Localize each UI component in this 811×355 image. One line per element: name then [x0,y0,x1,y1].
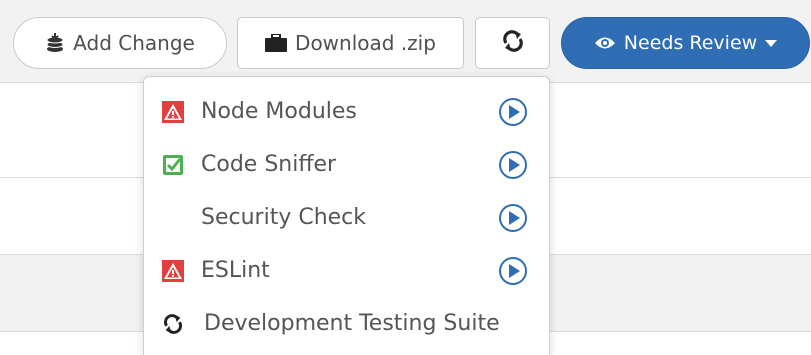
refresh-icon [501,29,525,58]
refresh-icon [161,312,185,336]
dropdown-item-label: Development Testing Suite [204,311,500,336]
dropdown-item-label: Node Modules [201,99,357,124]
download-zip-button[interactable]: Download .zip [237,17,464,69]
dropdown-item-development-testing-suite[interactable]: Development Testing Suite [144,297,549,350]
play-circle-icon[interactable] [497,96,529,128]
review-dropdown-menu: Node Modules Code Sniffer Security Check [143,76,550,355]
warning-icon [161,259,185,283]
check-icon [161,153,185,177]
play-circle-icon[interactable] [497,255,529,287]
dropdown-item-code-sniffer[interactable]: Code Sniffer [144,138,549,191]
dropdown-item-label: Security Check [201,205,367,230]
eye-icon [594,35,616,51]
add-change-label: Add Change [73,31,195,55]
briefcase-icon [265,34,288,52]
dropdown-item-security-check[interactable]: Security Check [144,191,549,244]
download-zip-label: Download .zip [295,31,436,55]
needs-review-button[interactable]: Needs Review [561,17,810,69]
refresh-button[interactable] [475,17,550,69]
dropdown-item-label: ESLint [201,258,270,283]
coins-stack-icon [45,33,65,53]
dropdown-item-eslint[interactable]: ESLint [144,244,549,297]
play-circle-icon[interactable] [497,202,529,234]
dropdown-item-label: Code Sniffer [201,152,337,177]
caret-down-icon [765,39,778,47]
dropdown-item-node-modules[interactable]: Node Modules [144,85,549,138]
warning-icon [161,100,185,124]
add-change-button[interactable]: Add Change [13,17,227,69]
needs-review-label: Needs Review [623,32,758,54]
play-circle-icon[interactable] [497,149,529,181]
